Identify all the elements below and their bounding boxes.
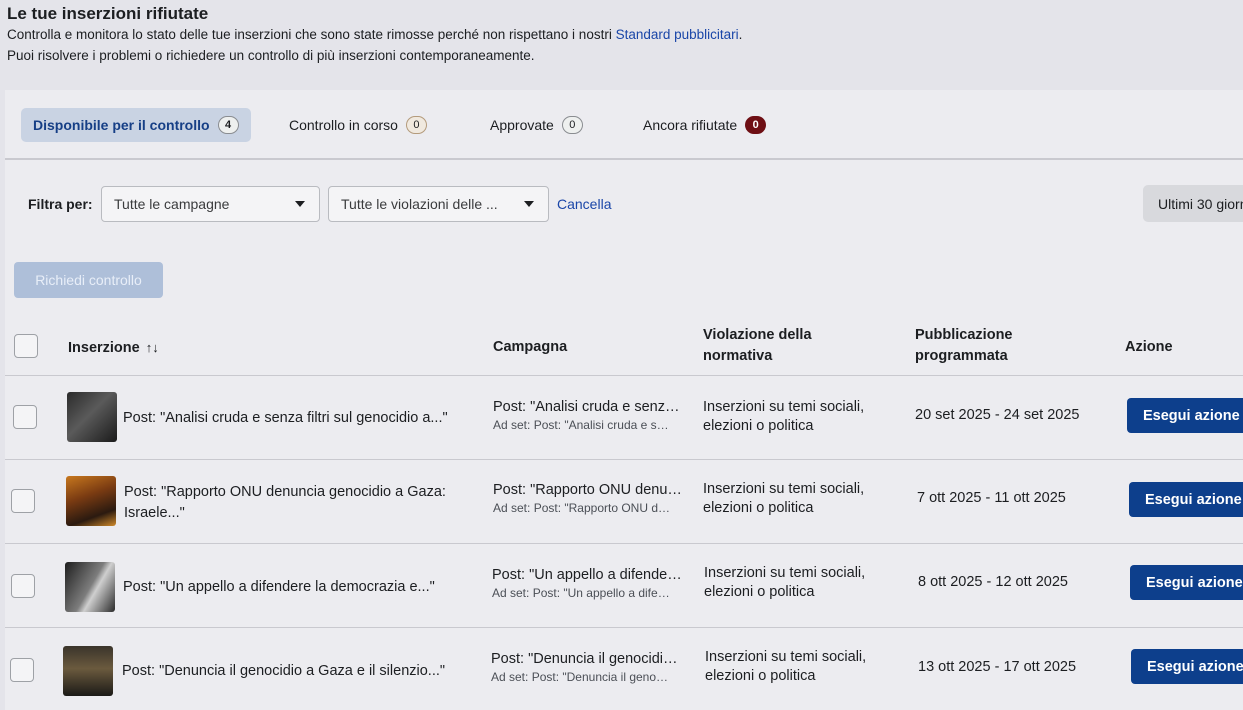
tab-review-in-progress[interactable]: Controllo in corso 0 [277, 108, 439, 142]
tab-approved[interactable]: Approvate 0 [478, 108, 595, 142]
scheduled-dates: 8 ott 2025 - 12 ott 2025 [918, 574, 1068, 590]
row-checkbox[interactable] [13, 405, 37, 429]
tab-label: Controllo in corso [289, 117, 398, 133]
tab-count-badge: 0 [561, 116, 583, 134]
violation-filter-select[interactable]: Tutte le violazioni delle ... [328, 186, 549, 222]
tab-count-badge: 0 [745, 116, 767, 134]
take-action-button[interactable]: Esegui azione [1130, 565, 1243, 600]
column-header-violation: Violazione della normativa [703, 325, 812, 367]
scheduled-dates: 20 set 2025 - 24 set 2025 [915, 407, 1080, 423]
take-action-button[interactable]: Esegui azione [1127, 398, 1243, 433]
table-row: Post: "Rapporto ONU denuncia genocidio a… [5, 460, 1243, 544]
ad-title[interactable]: Post: "Denuncia il genocidio a Gaza e il… [122, 661, 462, 682]
tab-count-badge: 0 [405, 116, 427, 134]
column-header-label: Inserzione [68, 340, 140, 356]
violation-line: Inserzioni su temi sociali, [705, 649, 867, 665]
description-end: . [738, 27, 743, 42]
date-range-button[interactable]: Ultimi 30 giorni [1143, 185, 1243, 222]
tab-available-for-review[interactable]: Disponibile per il controllo 4 [21, 108, 251, 142]
campaign-name: Post: "Analisi cruda e senza filtri sul … [493, 399, 683, 415]
status-tabs: Disponibile per il controllo 4 Controllo… [5, 90, 1243, 160]
ad-title[interactable]: Post: "Un appello a difendere la democra… [123, 577, 463, 598]
select-all-checkbox[interactable] [14, 334, 38, 358]
campaign-name: Post: "Rapporto ONU denuncia genocidio" [493, 482, 683, 498]
violation-type: Inserzioni su temi sociali, elezioni o p… [705, 648, 895, 686]
scheduled-dates: 7 ott 2025 - 11 ott 2025 [917, 490, 1066, 506]
row-checkbox[interactable] [11, 574, 35, 598]
table-row: Post: "Un appello a difendere la democra… [5, 544, 1243, 628]
ad-thumbnail[interactable] [66, 476, 116, 526]
column-header-schedule: Pubblicazione programmata [915, 325, 1013, 367]
tab-label: Ancora rifiutate [643, 117, 738, 133]
violation-line: elezioni o politica [703, 418, 814, 434]
ad-thumbnail[interactable] [63, 646, 113, 696]
tab-still-rejected[interactable]: Ancora rifiutate 0 [631, 108, 778, 142]
column-header-line: programmata [915, 348, 1008, 364]
ad-title[interactable]: Post: "Rapporto ONU denuncia genocidio a… [124, 482, 464, 524]
row-checkbox[interactable] [11, 489, 35, 513]
violation-filter-value: Tutte le violazioni delle ... [341, 196, 498, 212]
violation-type: Inserzioni su temi sociali, elezioni o p… [703, 480, 893, 518]
caret-down-icon [524, 201, 534, 207]
violation-type: Inserzioni su temi sociali, elezioni o p… [704, 564, 894, 602]
campaign-filter-value: Tutte le campagne [114, 196, 230, 212]
table-row: Post: "Analisi cruda e senza filtri sul … [5, 376, 1243, 460]
table-row: Post: "Denuncia il genocidio a Gaza e il… [5, 628, 1243, 710]
column-header-action: Azione [1125, 339, 1173, 355]
ad-thumbnail[interactable] [65, 562, 115, 612]
cancel-filters-link[interactable]: Cancella [557, 196, 611, 212]
violation-line: Inserzioni su temi sociali, [703, 399, 865, 415]
tab-label: Disponibile per il controllo [33, 117, 210, 133]
campaign-filter-select[interactable]: Tutte le campagne [101, 186, 320, 222]
tab-count-badge: 4 [217, 116, 239, 134]
description-text: Controlla e monitora lo stato delle tue … [7, 27, 616, 42]
page-title: Le tue inserzioni rifiutate [7, 4, 209, 23]
violation-line: elezioni o politica [703, 500, 814, 516]
take-action-button[interactable]: Esegui azione [1131, 649, 1243, 684]
violation-line: elezioni o politica [705, 668, 816, 684]
violation-line: Inserzioni su temi sociali, [703, 481, 865, 497]
column-header-ad[interactable]: Inserzione ↑↓ [68, 337, 159, 359]
take-action-button[interactable]: Esegui azione [1129, 482, 1243, 517]
column-header-campaign: Campagna [493, 339, 568, 355]
column-header-line: Violazione della [703, 327, 812, 343]
tab-label: Approvate [490, 117, 554, 133]
table-header: Inserzione ↑↓ Campagna Violazione della n… [5, 318, 1243, 376]
scheduled-dates: 13 ott 2025 - 17 ott 2025 [918, 659, 1077, 675]
campaign-name: Post: "Denuncia il genocidio a Gaza" [491, 651, 681, 667]
violation-type: Inserzioni su temi sociali, elezioni o p… [703, 398, 893, 436]
filter-label: Filtra per: [28, 196, 93, 212]
campaign-name: Post: "Un appello a difendere la democra… [492, 567, 682, 583]
adset-name: Ad set: Post: "Rapporto ONU denuncia" [493, 501, 673, 515]
ad-thumbnail[interactable] [67, 392, 117, 442]
ad-standards-link[interactable]: Standard pubblicitari [616, 27, 739, 42]
rejected-ads-panel: Disponibile per il controllo 4 Controllo… [5, 90, 1243, 710]
request-review-button[interactable]: Richiedi controllo [14, 262, 163, 298]
adset-name: Ad set: Post: "Analisi cruda e senza fil… [493, 418, 673, 432]
page-description: Controlla e monitora lo stato delle tue … [7, 25, 1237, 45]
violation-line: elezioni o politica [704, 584, 815, 600]
row-checkbox[interactable] [10, 658, 34, 682]
caret-down-icon [295, 201, 305, 207]
adset-name: Ad set: Post: "Denuncia il genocidio" [491, 670, 671, 684]
adset-name: Ad set: Post: "Un appello a difendere" [492, 586, 672, 600]
page-header: Le tue inserzioni rifiutate Controlla e … [7, 4, 1237, 66]
column-header-line: Pubblicazione [915, 327, 1013, 343]
sort-icon[interactable]: ↑↓ [146, 340, 159, 355]
violation-line: Inserzioni su temi sociali, [704, 565, 866, 581]
ad-title[interactable]: Post: "Analisi cruda e senza filtri sul … [123, 408, 463, 429]
column-header-line: normativa [703, 348, 773, 364]
page-description-2: Puoi risolvere i problemi o richiedere u… [7, 48, 535, 63]
